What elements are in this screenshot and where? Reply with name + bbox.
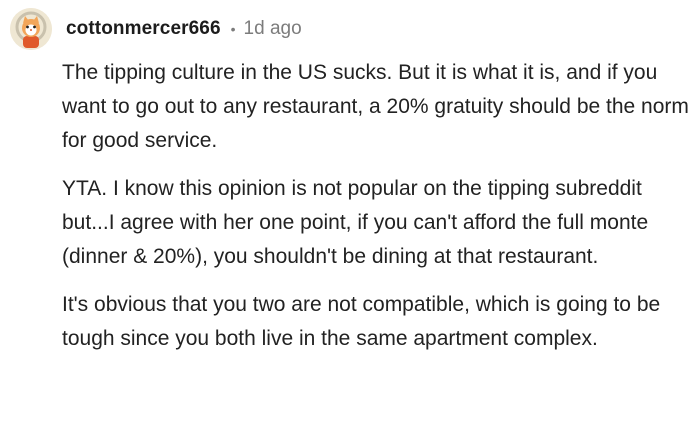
comment-paragraph: It's obvious that you two are not compat…	[62, 293, 661, 350]
comment-paragraph: YTA. I know this opinion is not popular …	[62, 177, 649, 268]
comment-header: cottonmercer666 • 1d ago	[10, 8, 302, 50]
comment-paragraph: The tipping culture in the US sucks. But…	[62, 61, 689, 152]
author-username[interactable]: cottonmercer666	[66, 18, 221, 40]
comment-timestamp: 1d ago	[243, 18, 302, 39]
cat-avatar-icon[interactable]	[10, 8, 52, 50]
comment-body: The tipping culture in the US sucks. But…	[62, 56, 692, 370]
comment: cottonmercer666 • 1d ago The tipping cul…	[0, 0, 700, 441]
separator-dot: •	[230, 21, 236, 37]
